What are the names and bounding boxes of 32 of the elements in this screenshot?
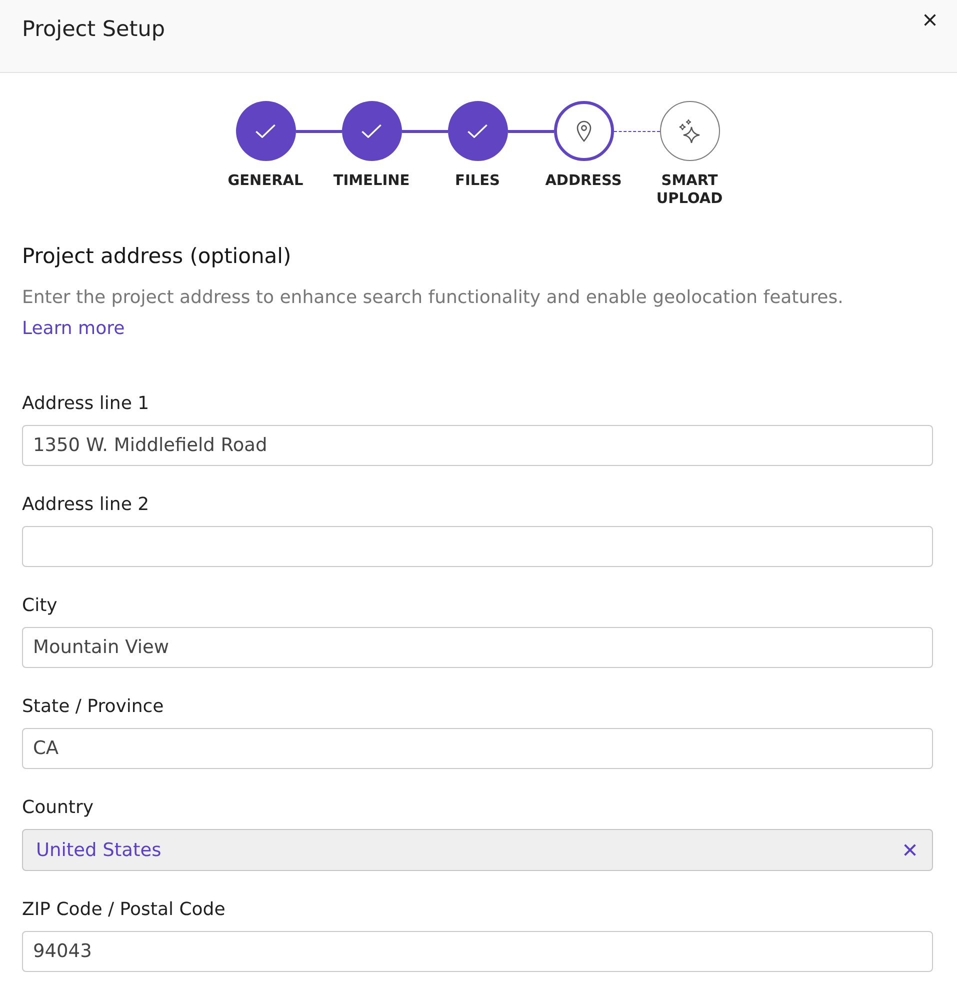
select-field[interactable]: United States [22, 829, 933, 871]
step-label: SMART UPLOAD [655, 172, 724, 208]
step-label: GENERAL [228, 172, 304, 191]
learn-more-link[interactable]: Learn more [22, 318, 125, 339]
check-icon [255, 124, 276, 138]
field-label: City [22, 595, 58, 617]
step-connector [402, 130, 448, 132]
dialog-title: Project Setup [22, 17, 165, 43]
step-connector [614, 130, 660, 132]
step-label: ADDRESS [545, 172, 622, 191]
section-description: Enter the project address to enhance search functionality and enable geolocation features. [22, 286, 844, 310]
check-icon [361, 124, 382, 138]
section-heading: Project address (optional) [22, 243, 292, 269]
close-icon[interactable] [924, 14, 936, 26]
input-field[interactable]: 1350 W. Middlefield Road [22, 425, 933, 466]
step-label: TIMELINE [333, 172, 410, 191]
field-label: Address line 2 [22, 494, 150, 516]
field-label: Address line 1 [22, 393, 150, 415]
input-field[interactable] [22, 526, 933, 567]
location-pin-icon [576, 120, 592, 142]
field-label: Country [22, 797, 94, 819]
step-connector [296, 130, 342, 132]
clear-icon[interactable] [904, 844, 916, 856]
step-connector [508, 130, 554, 132]
check-icon [467, 124, 488, 138]
input-field[interactable]: CA [22, 728, 933, 769]
sparkle-icon [679, 118, 700, 144]
step-label: FILES [455, 172, 500, 191]
input-field[interactable]: Mountain View [22, 627, 933, 668]
field-label: State / Province [22, 696, 164, 718]
input-field[interactable]: 94043 [22, 931, 933, 972]
field-label: ZIP Code / Postal Code [22, 899, 226, 921]
